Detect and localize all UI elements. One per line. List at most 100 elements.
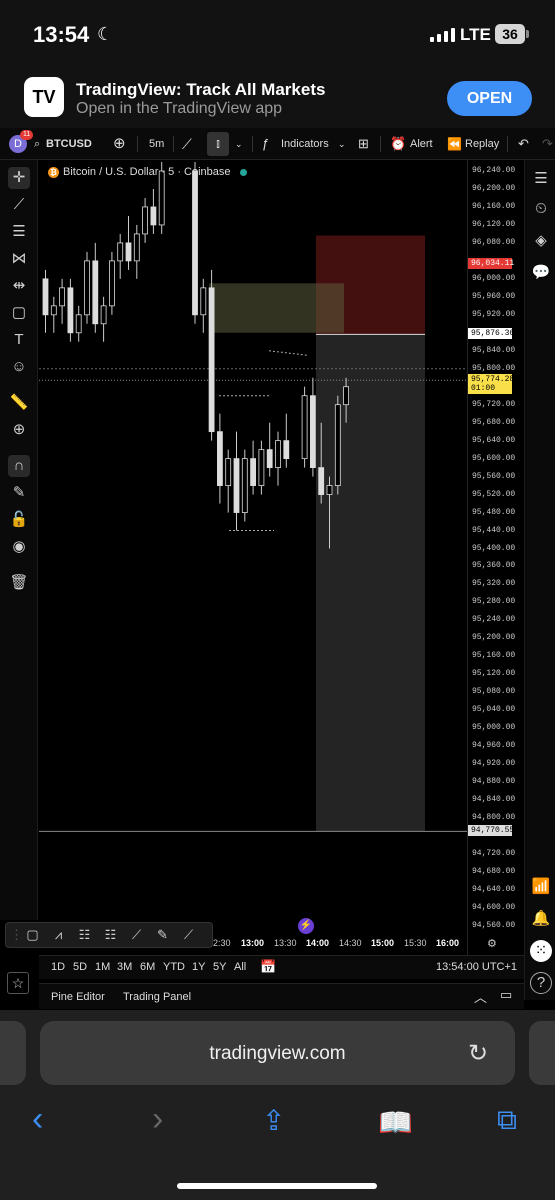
range-all[interactable]: All xyxy=(234,961,246,973)
prediction-icon[interactable]: ⇹ xyxy=(8,275,30,297)
zoom-icon[interactable]: ⊕ xyxy=(8,419,30,441)
open-app-button[interactable]: OPEN xyxy=(447,81,532,116)
brush-icon[interactable]: ✎ xyxy=(151,927,174,943)
interval-button[interactable]: 5m xyxy=(149,128,164,160)
candle-body xyxy=(133,233,140,262)
shapes-icon[interactable]: ▢ xyxy=(8,302,30,324)
settings-gear-icon[interactable]: ⚙ xyxy=(487,937,497,950)
zigzag-icon[interactable]: ⩘ xyxy=(47,927,70,943)
chevron-down-icon[interactable]: ⌄ xyxy=(235,128,243,160)
broadcast-icon[interactable]: 📶 xyxy=(530,876,552,898)
back-icon[interactable]: ‹ xyxy=(32,1100,43,1139)
redo-icon[interactable]: ↷ xyxy=(542,128,553,160)
indicators-button[interactable]: Indicators xyxy=(281,128,329,160)
reload-icon[interactable]: ↻ xyxy=(468,1039,488,1068)
line-chart-icon[interactable]: ⟋ xyxy=(182,128,192,160)
range-6m[interactable]: 6M xyxy=(140,961,155,973)
chevron-up-icon[interactable]: ︿ xyxy=(474,987,487,1006)
stop-price-tag: 96,034.11 xyxy=(468,257,514,269)
price-label: 95,840.00 xyxy=(472,345,516,355)
range-1y[interactable]: 1Y xyxy=(192,961,205,973)
path-icon[interactable]: ⟋ xyxy=(125,927,148,943)
price-label: 95,120.00 xyxy=(472,669,516,679)
current-price-tag: 95,774.28 01:00 xyxy=(468,374,514,395)
candle-body xyxy=(258,449,265,486)
indicators-icon[interactable]: ƒ xyxy=(262,128,269,160)
rectangle-icon[interactable]: ▢ xyxy=(21,927,44,943)
chat-icon[interactable]: 💬 xyxy=(530,262,552,284)
share-icon[interactable]: ⇪ xyxy=(262,1104,285,1137)
layouts-icon[interactable]: ⊞ xyxy=(358,128,369,160)
drag-handle-icon[interactable]: ⋮ xyxy=(10,927,23,943)
replay-icon[interactable]: ⏪ xyxy=(447,128,462,160)
forward-icon[interactable]: › xyxy=(152,1100,163,1139)
chevron-down-icon[interactable]: ⌄ xyxy=(338,128,346,160)
bar-countdown: 01:00 xyxy=(471,384,496,394)
range-1d[interactable]: 1D xyxy=(51,961,65,973)
stay-drawing-icon[interactable]: ✎ xyxy=(8,482,30,504)
add-symbol-icon[interactable]: ⊕ xyxy=(113,128,126,160)
range-icon[interactable]: ☷ xyxy=(99,927,122,943)
symbol-search-button[interactable]: BTCUSD xyxy=(46,128,92,160)
candles-icon[interactable]: ⫾ xyxy=(207,132,229,156)
address-bar[interactable]: tradingview.com ↻ xyxy=(40,1021,515,1085)
bookmarks-icon[interactable]: 📖 xyxy=(378,1106,413,1139)
chart-area[interactable] xyxy=(39,160,467,955)
magnet-icon[interactable]: ∩ xyxy=(8,455,30,477)
crosshair-icon[interactable]: ✛ xyxy=(8,167,30,189)
time-label: 15:30 xyxy=(404,938,427,948)
maximize-icon[interactable]: ▭ xyxy=(500,987,512,1003)
price-label: 96,120.00 xyxy=(472,219,516,229)
replay-button[interactable]: Replay xyxy=(465,128,499,160)
pattern-icon[interactable]: ⋈ xyxy=(8,248,30,270)
avatar[interactable]: D 11 xyxy=(9,130,34,153)
search-icon[interactable]: ⌕ xyxy=(34,128,40,160)
drawing-toolbar: ✛ ⟋ ☰ ⋈ ⇹ ▢ T ☺ 📏 ⊕ ∩ ✎ 🔓 ◉ 🗑 xyxy=(0,160,38,920)
time-label: 13:30 xyxy=(274,938,297,948)
trash-icon[interactable]: 🗑 xyxy=(8,572,30,594)
help-icon[interactable]: ? xyxy=(530,972,552,994)
candle-body xyxy=(92,260,99,325)
position-icon[interactable]: ☷ xyxy=(73,927,96,943)
network-type: LTE xyxy=(460,25,491,44)
watchlist-icon[interactable]: ☰ xyxy=(530,168,552,190)
bottom-panel-tabs: Pine Editor Trading Panel ︿ ▭ xyxy=(39,983,524,1009)
range-ytd[interactable]: YTD xyxy=(163,961,185,973)
emoji-icon[interactable]: ☺ xyxy=(8,356,30,378)
next-tab-preview[interactable] xyxy=(529,1021,555,1085)
range-1m[interactable]: 1M xyxy=(95,961,110,973)
lock-icon[interactable]: 🔓 xyxy=(8,509,30,531)
tabs-icon[interactable]: ⧉ xyxy=(497,1104,517,1137)
tab-pine-editor[interactable]: Pine Editor xyxy=(51,991,105,1003)
alerts-clock-icon[interactable]: ⏲ xyxy=(530,198,552,220)
range-5y[interactable]: 5Y xyxy=(213,961,226,973)
price-chart[interactable] xyxy=(39,160,467,955)
lightning-icon[interactable]: ⚡ xyxy=(298,918,314,934)
tab-trading-panel[interactable]: Trading Panel xyxy=(123,991,191,1003)
favorite-star-icon[interactable]: ☆ xyxy=(7,972,29,994)
chart-clock[interactable]: 13:54:00 UTC+1 xyxy=(436,961,517,973)
legend-title: Bitcoin / U.S. Dollar · 5 · Coinbase xyxy=(63,166,231,178)
layers-icon[interactable]: ◈ xyxy=(530,230,552,252)
candle-body xyxy=(50,305,57,316)
trendline-icon[interactable]: ⟋ xyxy=(8,194,30,216)
range-3m[interactable]: 3M xyxy=(117,961,132,973)
text-icon[interactable]: T xyxy=(8,329,30,351)
range-5d[interactable]: 5D xyxy=(73,961,87,973)
alert-button[interactable]: Alert xyxy=(410,128,433,160)
eye-icon[interactable]: ◉ xyxy=(8,536,30,558)
line-icon[interactable]: ⟋ xyxy=(177,927,200,943)
previous-tab-preview[interactable] xyxy=(0,1021,26,1085)
floating-drawing-toolbar: ⋮ ▢ ⩘ ☷ ☷ ⟋ ✎ ⟋ xyxy=(5,922,213,948)
fib-icon[interactable]: ☰ xyxy=(8,221,30,243)
ruler-icon[interactable]: 📏 xyxy=(8,392,30,414)
undo-icon[interactable]: ↶ xyxy=(518,128,529,160)
bell-icon[interactable]: 🔔 xyxy=(530,908,552,930)
app-banner: TV TradingView: Track All Markets Open i… xyxy=(0,70,555,128)
apps-grid-icon[interactable]: ⁙ xyxy=(530,940,552,962)
alarm-icon[interactable]: ⏰ xyxy=(390,128,406,160)
candle-body xyxy=(241,458,248,513)
date-range-icon[interactable]: 📅 xyxy=(260,959,276,975)
range-box xyxy=(209,283,344,333)
candle-body xyxy=(142,206,148,235)
